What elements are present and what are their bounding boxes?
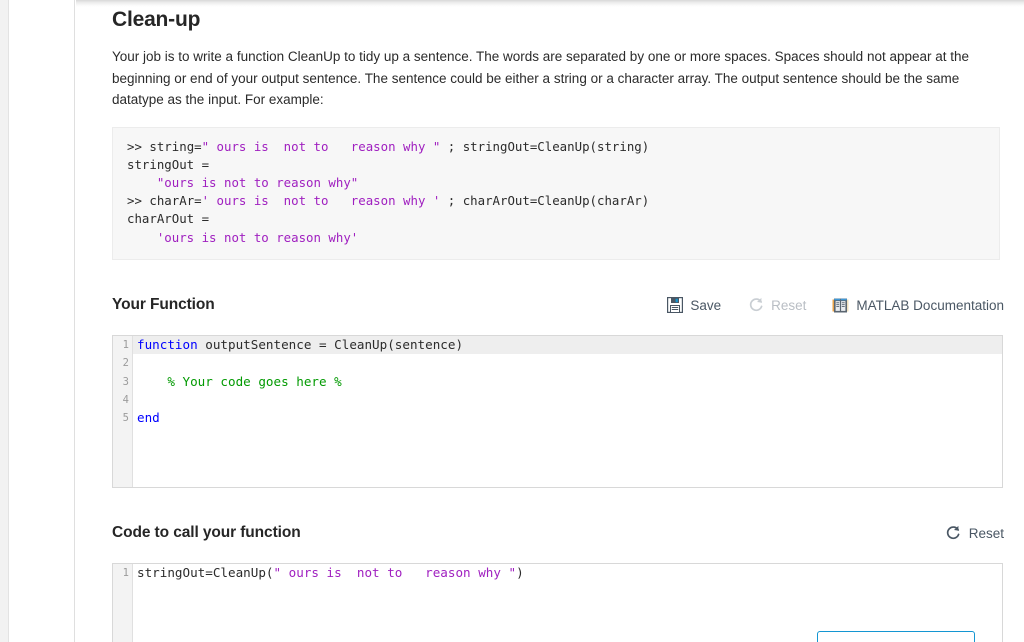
example-tail: ; charArOut=CleanUp(charAr) [440,193,649,208]
example-code: charAr= [149,193,201,208]
code-line[interactable] [133,391,1002,409]
line-number: 1 [113,336,132,354]
line-number: 1 [113,564,132,582]
matlab-documentation-label: MATLAB Documentation [856,298,1004,313]
main-content: Clean-up Your job is to write a function… [112,0,1004,642]
example-prompt: >> [127,139,149,154]
code-line[interactable]: end [133,409,1002,427]
left-rail [0,0,9,642]
example-code: stringOut = [127,157,209,172]
page-root: Clean-up Your job is to write a function… [0,0,1024,642]
code-to-call-header: Code to call your function Reset [112,524,1004,550]
save-label: Save [690,298,721,313]
line-number: 5 [113,409,132,427]
example-line: 'ours is not to reason why' [127,229,985,247]
code-to-call-toolbar: Reset [945,525,1004,542]
call-editor-gutter: 1 [113,564,133,642]
save-icon [666,297,683,314]
reset-call-label: Reset [969,526,1004,541]
example-line: "ours is not to reason why" [127,174,985,192]
code-text [137,374,167,389]
example-prompt: >> [127,193,149,208]
code-line[interactable] [133,354,1002,372]
example-prompt [127,175,157,190]
function-code-area[interactable]: function outputSentence = CleanUp(senten… [133,336,1002,487]
line-number: 3 [113,373,132,391]
reset-function-button[interactable]: Reset [747,297,806,314]
your-function-toolbar: Save Reset [666,297,1004,314]
reset-function-label: Reset [771,298,806,313]
code-line[interactable]: stringOut=CleanUp(" ours is not to reaso… [133,564,1002,582]
matlab-documentation-button[interactable]: MATLAB Documentation [832,297,1004,314]
line-number: 2 [113,354,132,372]
example-string: " ours is not to reason why " [202,139,441,154]
example-line: stringOut = [127,156,985,174]
submit-button[interactable] [817,631,975,642]
example-tail: ; stringOut=CleanUp(string) [440,139,649,154]
line-number: 4 [113,391,132,409]
reset-icon [945,525,962,542]
code-line[interactable]: function outputSentence = CleanUp(senten… [133,336,1002,354]
example-code: charArOut = [127,211,209,226]
reset-call-button[interactable]: Reset [945,525,1004,542]
code-string: " ours is not to reason why " [273,565,516,580]
code-text: stringOut=CleanUp( [137,565,273,580]
example-string: "ours is not to reason why" [157,175,358,190]
example-string: 'ours is not to reason why' [157,230,358,245]
book-icon [832,297,849,314]
save-button[interactable]: Save [666,297,721,314]
function-code-editor[interactable]: 1 2 3 4 5 function outputSentence = Clea… [112,335,1003,488]
code-line[interactable]: % Your code goes here % [133,373,1002,391]
page-title: Clean-up [112,0,1004,32]
code-tail: ) [516,565,524,580]
code-keyword: function [137,337,198,352]
example-line: charArOut = [127,210,985,228]
example-code: string= [149,139,201,154]
code-to-call-heading: Code to call your function [112,524,301,542]
function-editor-gutter: 1 2 3 4 5 [113,336,133,487]
code-text: outputSentence = CleanUp(sentence) [198,337,463,352]
example-console-block: >> string=" ours is not to reason why " … [112,127,1000,260]
example-prompt [127,230,157,245]
your-function-heading: Your Function [112,296,215,314]
code-keyword: end [137,410,160,425]
left-sidebar-column [9,0,75,642]
sidebar-divider [75,0,76,642]
your-function-header: Your Function Save [112,296,1004,322]
code-comment: % Your code goes here % [167,374,341,389]
example-string: ' ours is not to reason why ' [202,193,441,208]
problem-description: Your job is to write a function CleanUp … [112,46,987,111]
reset-icon [747,297,764,314]
example-line: >> charAr=' ours is not to reason why ' … [127,192,985,210]
example-line: >> string=" ours is not to reason why " … [127,138,985,156]
